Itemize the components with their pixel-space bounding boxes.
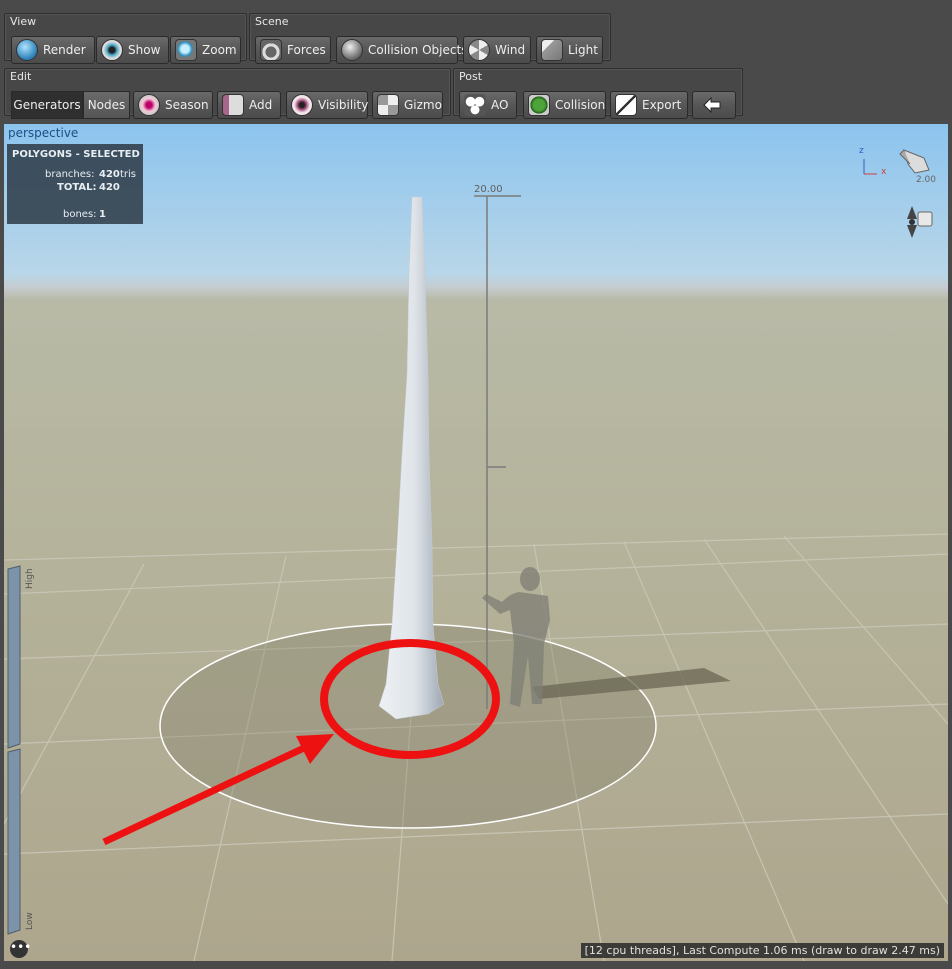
camera-label[interactable]: perspective — [8, 126, 78, 140]
show-button[interactable]: Show — [96, 36, 169, 64]
scene-group-title: Scene — [255, 15, 289, 28]
fan-icon — [468, 39, 490, 61]
viewport-wind-icon[interactable] — [907, 206, 933, 238]
edit-group-title: Edit — [10, 70, 32, 83]
lod-low-label: Low — [25, 912, 35, 930]
flower-icon — [138, 94, 160, 116]
view-group-title: View — [10, 15, 37, 28]
tab-nodes-label: Nodes — [87, 98, 126, 112]
viewport-light-icon[interactable] — [899, 149, 930, 174]
total-label: TOTAL: — [57, 182, 97, 193]
add-branch-icon — [222, 94, 244, 116]
collision-objects-button[interactable]: Collision Objects — [336, 36, 467, 64]
light-button[interactable]: Light — [536, 36, 603, 64]
collision-button[interactable]: Collision — [523, 91, 606, 119]
add-button-label: Add — [249, 98, 273, 112]
polygon-stats-panel: POLYGONS - SELECTED branches: 420 tris T… — [7, 144, 143, 224]
export-button-label: Export — [642, 98, 682, 112]
branches-value: 420 — [99, 169, 120, 180]
status-bar: [12 cpu threads], Last Compute 1.06 ms (… — [580, 943, 944, 958]
circles-icon — [464, 94, 486, 116]
visibility-button-label: Visibility — [318, 98, 369, 112]
bones-label: bones: — [63, 209, 97, 220]
sphere-icon — [341, 39, 363, 61]
view-group: View Render Show Zoom — [4, 13, 247, 64]
light-button-label: Light — [568, 43, 598, 57]
tab-nodes[interactable]: Nodes — [83, 91, 130, 119]
render-button[interactable]: Render — [11, 36, 95, 64]
season-button-label: Season — [165, 98, 209, 112]
forces-button[interactable]: Forces — [255, 36, 331, 64]
wind-button-label: Wind — [495, 43, 526, 57]
eye-icon — [101, 39, 123, 61]
collision-button-label: Collision — [555, 98, 606, 112]
axis-gizmo — [863, 159, 877, 175]
total-value: 420 — [99, 182, 120, 193]
zoom-button-label: Zoom — [202, 43, 237, 57]
axis-x-label: x — [881, 167, 887, 177]
back-button[interactable] — [692, 91, 736, 119]
visibility-button[interactable]: Visibility — [286, 91, 368, 119]
zoom-button[interactable]: Zoom — [170, 36, 241, 64]
stats-header: POLYGONS - SELECTED — [12, 149, 140, 160]
edit-group: Edit Generators Nodes Season Add Visibil… — [4, 68, 451, 119]
collision-objects-button-label: Collision Objects — [368, 43, 468, 57]
tab-generators[interactable]: Generators — [11, 91, 83, 119]
scene-group: Scene Forces Collision Objects Wind Ligh… — [249, 13, 611, 64]
magnet-icon — [260, 39, 282, 61]
spotlight-icon — [541, 39, 563, 61]
tab-generators-label: Generators — [13, 98, 81, 112]
lod-high-label: High — [25, 568, 35, 589]
light-value: 2.00 — [915, 175, 936, 185]
branches-unit: tris — [120, 169, 137, 180]
lod-slider[interactable] — [7, 565, 21, 935]
add-button[interactable]: Add — [217, 91, 281, 119]
branches-label: branches: — [45, 169, 95, 180]
wind-button[interactable]: Wind — [463, 36, 531, 64]
globe-icon — [16, 39, 38, 61]
magnifier-icon — [175, 39, 197, 61]
gizmo-button[interactable]: Gizmo — [372, 91, 443, 119]
post-group: Post AO Collision Export — [453, 68, 743, 119]
export-icon — [615, 94, 637, 116]
viewport-menu-button[interactable]: ••• — [10, 940, 31, 958]
eyeball-icon — [291, 94, 313, 116]
show-button-label: Show — [128, 43, 161, 57]
back-arrow-icon — [702, 97, 720, 113]
scene-canvas[interactable] — [4, 124, 948, 961]
ao-button-label: AO — [491, 98, 509, 112]
render-button-label: Render — [43, 43, 86, 57]
season-button[interactable]: Season — [133, 91, 213, 119]
forces-button-label: Forces — [287, 43, 326, 57]
3d-viewport[interactable]: perspective POLYGONS - SELECTED branches… — [4, 124, 948, 961]
axis-z-label: z — [859, 146, 864, 156]
ao-button[interactable]: AO — [459, 91, 517, 119]
leaf-icon — [528, 94, 550, 116]
gizmo-button-label: Gizmo — [404, 98, 442, 112]
bones-value: 1 — [99, 209, 106, 220]
scale-height-label: 20.00 — [474, 184, 503, 195]
post-group-title: Post — [459, 70, 483, 83]
export-button[interactable]: Export — [610, 91, 688, 119]
gizmo-icon — [377, 94, 399, 116]
